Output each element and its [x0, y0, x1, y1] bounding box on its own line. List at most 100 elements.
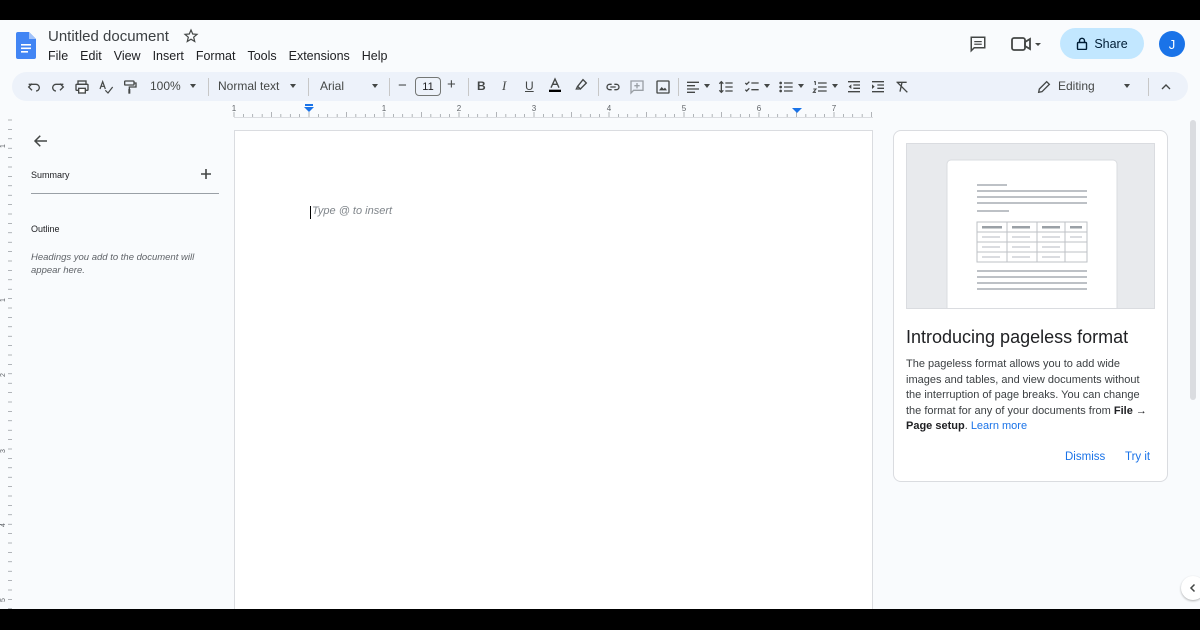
- style-select[interactable]: Normal text: [218, 79, 279, 93]
- font-size-decrease-button[interactable]: −: [398, 77, 407, 94]
- horizontal-ruler[interactable]: 1 1 2 3 4 5 6 7: [0, 103, 1200, 118]
- ruler-label: 2: [457, 104, 462, 113]
- menu-file[interactable]: File: [48, 49, 68, 63]
- bullet-dropdown-icon[interactable]: [798, 84, 804, 88]
- font-size-input[interactable]: 11: [415, 77, 441, 96]
- ruler-label: 1: [232, 104, 237, 113]
- outline-hint: Headings you add to the document will ap…: [31, 252, 195, 276]
- outline-heading: Outline: [31, 224, 60, 234]
- back-arrow-icon[interactable]: [32, 132, 50, 150]
- ruler-label: 4: [0, 523, 7, 527]
- try-it-button[interactable]: Try it: [1125, 451, 1150, 463]
- toolbar: 100% Normal text Arial − 11 + B I U Edit…: [12, 72, 1188, 101]
- checklist-dropdown-icon[interactable]: [764, 84, 770, 88]
- ruler-label: 3: [532, 104, 537, 113]
- clear-formatting-icon[interactable]: [894, 79, 910, 95]
- checklist-icon[interactable]: [744, 79, 760, 95]
- menu-tools[interactable]: Tools: [247, 49, 276, 63]
- ruler-label: 1: [0, 144, 7, 148]
- add-comment-icon[interactable]: [629, 79, 645, 95]
- redo-icon[interactable]: [50, 79, 66, 95]
- side-panel-toggle[interactable]: [1181, 576, 1200, 600]
- ruler-label: 6: [757, 104, 762, 113]
- align-dropdown-icon[interactable]: [704, 84, 710, 88]
- menu-insert[interactable]: Insert: [153, 49, 184, 63]
- paint-format-icon[interactable]: [122, 79, 138, 95]
- divider: [308, 78, 309, 96]
- pageless-promo-card: Introducing pageless format The pageless…: [893, 130, 1168, 482]
- menu-format[interactable]: Format: [196, 49, 236, 63]
- ruler-label: 1: [0, 298, 7, 302]
- summary-heading: Summary: [31, 170, 70, 180]
- menu-edit[interactable]: Edit: [80, 49, 102, 63]
- divider: [1148, 78, 1149, 96]
- editing-dropdown-icon[interactable]: [1124, 84, 1130, 88]
- collapse-toolbar-icon[interactable]: [1158, 79, 1174, 95]
- pageless-illustration: [906, 143, 1155, 309]
- insert-placeholder[interactable]: Type @ to insert: [312, 205, 392, 217]
- divider: [389, 78, 390, 96]
- text-color-icon[interactable]: [547, 77, 563, 93]
- divider: [598, 78, 599, 96]
- bulleted-list-icon[interactable]: [778, 79, 794, 95]
- share-label: Share: [1094, 36, 1128, 51]
- avatar[interactable]: J: [1159, 31, 1185, 57]
- bold-button[interactable]: B: [477, 79, 486, 93]
- ruler-label: 1: [382, 104, 387, 113]
- italic-button[interactable]: I: [502, 78, 506, 94]
- meet-video-icon[interactable]: [1010, 35, 1044, 53]
- document-title[interactable]: Untitled document: [48, 28, 169, 45]
- card-body: The pageless format allows you to add wi…: [906, 357, 1156, 435]
- zoom-dropdown-icon[interactable]: [190, 84, 196, 88]
- underline-button[interactable]: U: [525, 79, 534, 93]
- ruler-label: 7: [832, 104, 837, 113]
- divider: [208, 78, 209, 96]
- numbered-dropdown-icon[interactable]: [832, 84, 838, 88]
- lock-icon: [1077, 37, 1088, 50]
- ruler-label: 3: [0, 449, 7, 453]
- ruler-label: 2: [0, 373, 7, 377]
- zoom-select[interactable]: 100%: [150, 79, 181, 93]
- divider: [678, 78, 679, 96]
- insert-image-icon[interactable]: [655, 79, 671, 95]
- text-cursor: [310, 206, 311, 219]
- card-title: Introducing pageless format: [906, 327, 1129, 347]
- align-left-icon[interactable]: [685, 79, 701, 95]
- star-icon[interactable]: [183, 28, 199, 44]
- highlight-icon[interactable]: [573, 77, 589, 93]
- editing-mode-select[interactable]: Editing: [1058, 79, 1095, 93]
- font-size-increase-button[interactable]: +: [447, 76, 456, 93]
- numbered-list-icon[interactable]: [812, 79, 828, 95]
- menu-help[interactable]: Help: [362, 49, 388, 63]
- docs-logo-icon[interactable]: [16, 32, 36, 59]
- docs-app: Untitled document File Edit View Insert …: [0, 20, 1200, 609]
- divider: [31, 193, 219, 194]
- card-body-text: The pageless format allows you to add wi…: [906, 358, 1140, 417]
- ruler-label: 5: [682, 104, 687, 113]
- first-line-indent-marker[interactable]: [305, 104, 313, 106]
- share-button[interactable]: Share: [1060, 28, 1144, 59]
- decrease-indent-icon[interactable]: [846, 79, 862, 95]
- divider: [468, 78, 469, 96]
- document-page[interactable]: Type @ to insert: [234, 130, 873, 609]
- learn-more-link[interactable]: Learn more: [971, 420, 1027, 432]
- style-dropdown-icon[interactable]: [290, 84, 296, 88]
- menu-extensions[interactable]: Extensions: [289, 49, 350, 63]
- font-select[interactable]: Arial: [320, 79, 344, 93]
- undo-icon[interactable]: [26, 79, 42, 95]
- line-spacing-icon[interactable]: [718, 79, 734, 95]
- vertical-ruler[interactable]: 1 1 2 3 4 5: [0, 118, 12, 609]
- menu-view[interactable]: View: [114, 49, 141, 63]
- dismiss-button[interactable]: Dismiss: [1065, 451, 1105, 463]
- insert-link-icon[interactable]: [605, 79, 621, 95]
- vertical-scrollbar[interactable]: [1190, 120, 1196, 400]
- menu-bar: File Edit View Insert Format Tools Exten…: [48, 49, 400, 63]
- chevron-left-icon: [1189, 583, 1196, 593]
- pencil-icon[interactable]: [1036, 79, 1052, 95]
- spellcheck-icon[interactable]: [98, 79, 114, 95]
- comments-icon[interactable]: [969, 35, 987, 53]
- add-summary-icon[interactable]: [199, 167, 213, 181]
- font-dropdown-icon[interactable]: [372, 84, 378, 88]
- print-icon[interactable]: [74, 79, 90, 95]
- increase-indent-icon[interactable]: [870, 79, 886, 95]
